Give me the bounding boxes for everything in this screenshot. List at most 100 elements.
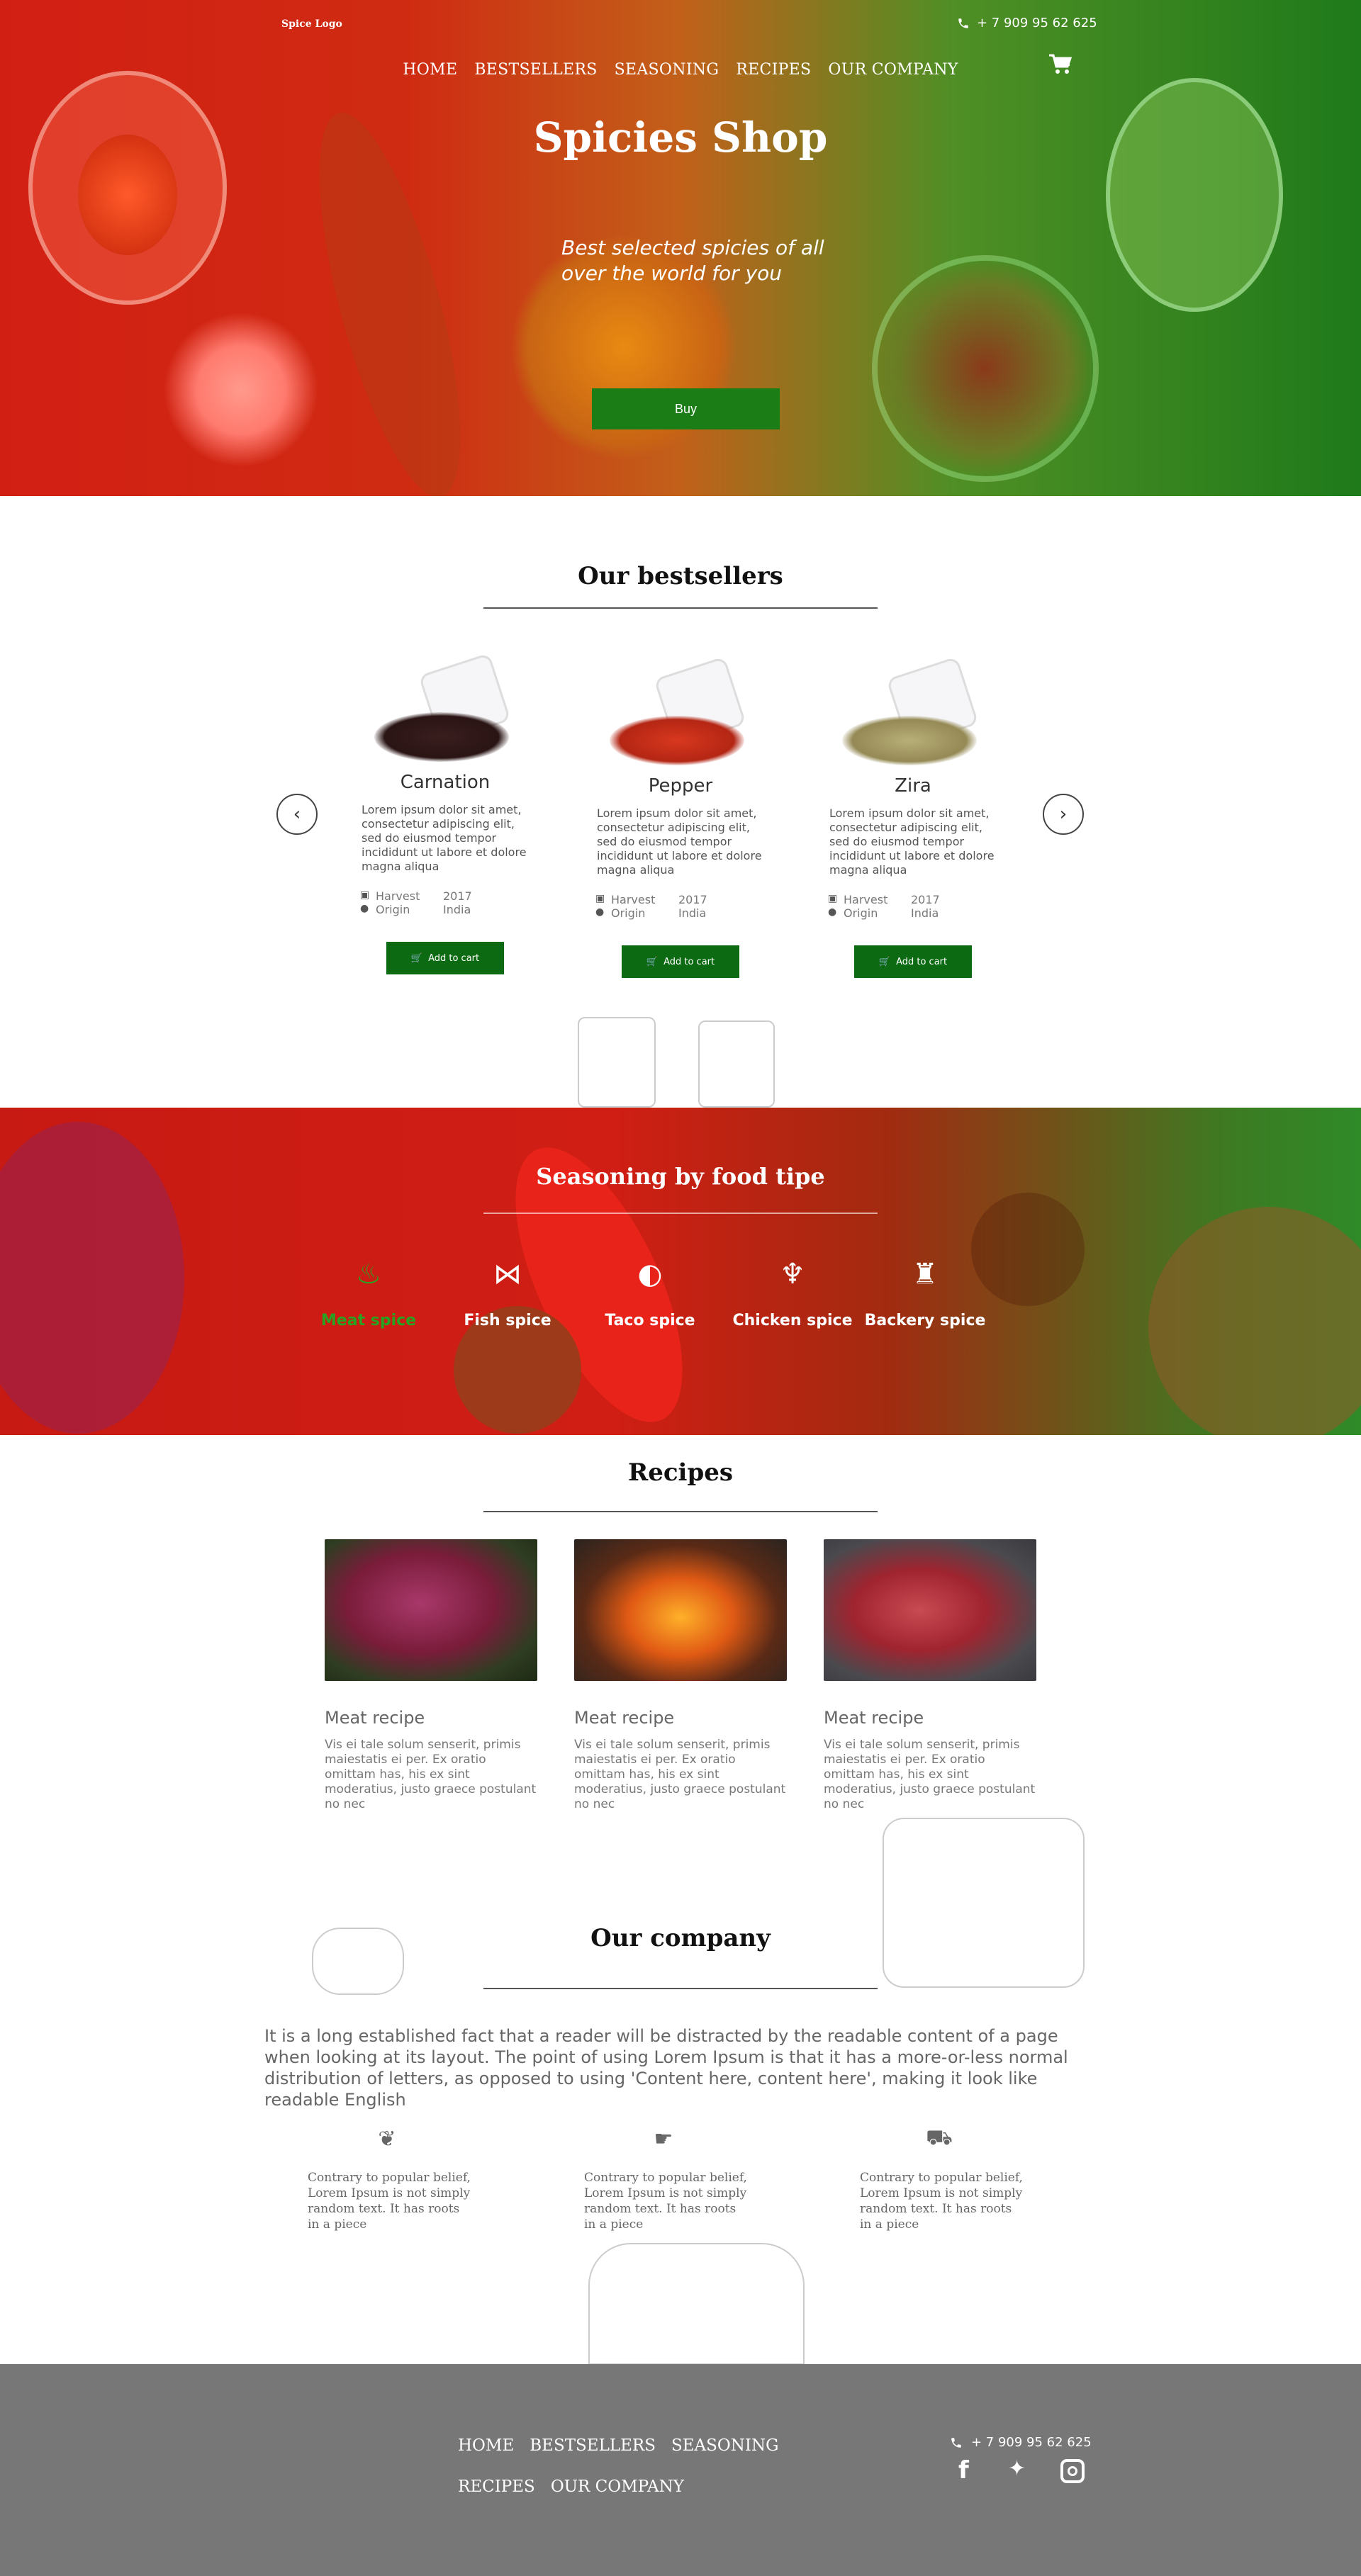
seasoning-type-label: Backery spice bbox=[864, 1312, 986, 1329]
seasoning-section: Seasoning by food tipe ♨ Meat spice ⋈ Fi… bbox=[0, 1108, 1361, 1435]
footer-nav-bestsellers[interactable]: BESTSELLERS bbox=[530, 2436, 656, 2455]
add-to-cart-label: Add to cart bbox=[896, 956, 948, 967]
main-nav: HOME BESTSELLERS SEASONING RECIPES OUR C… bbox=[0, 61, 1361, 79]
product-image bbox=[828, 656, 998, 772]
instagram-icon[interactable] bbox=[1060, 2459, 1085, 2483]
nav-bestsellers[interactable]: BESTSELLERS bbox=[474, 61, 597, 79]
nav-seasoning[interactable]: SEASONING bbox=[615, 61, 719, 79]
feature-text: Contrary to popular belief, Lorem Ipsum … bbox=[308, 2171, 471, 2232]
recipe-name: Meat recipe bbox=[325, 1708, 425, 1728]
recipe-card[interactable]: Meat recipe Vis ei tale solum senserit, … bbox=[824, 1539, 1036, 1812]
seasoning-type-taco[interactable]: ◐ Taco spice bbox=[579, 1249, 721, 1329]
meat-icon: ♨ bbox=[356, 1258, 381, 1290]
site-footer: HOME BESTSELLERS SEASONING RECIPES OUR C… bbox=[0, 2364, 1361, 2576]
twitter-icon[interactable]: ✦ bbox=[1008, 2456, 1026, 2481]
origin-label: Origin bbox=[611, 906, 646, 920]
footer-phone-number: + 7 909 95 62 625 bbox=[971, 2435, 1092, 2450]
nav-recipes[interactable]: RECIPES bbox=[736, 61, 811, 79]
seasoning-type-fish[interactable]: ⋈ Fish spice bbox=[437, 1249, 578, 1329]
origin-value: India bbox=[911, 906, 939, 920]
seasoning-type-label: Chicken spice bbox=[732, 1312, 853, 1329]
cart-icon: 🛒 bbox=[878, 956, 891, 967]
seasoning-type-label: Meat spice bbox=[320, 1312, 417, 1329]
product-image bbox=[595, 656, 766, 772]
harvest-value: 2017 bbox=[911, 893, 940, 906]
bestsellers-divider bbox=[483, 607, 878, 609]
recipe-card[interactable]: Meat recipe Vis ei tale solum senserit, … bbox=[325, 1539, 537, 1812]
product-meta: ▣ Harvest 2017 ● Origin India bbox=[828, 893, 998, 920]
calendar-icon: ▣ bbox=[595, 893, 605, 904]
phone-icon bbox=[958, 18, 968, 28]
phone-number: + 7 909 95 62 625 bbox=[977, 16, 1097, 30]
hero-subtitle: Best selected spicies of all over the wo… bbox=[561, 236, 824, 285]
origin-label: Origin bbox=[844, 906, 878, 920]
footer-phone[interactable]: + 7 909 95 62 625 bbox=[950, 2435, 1092, 2450]
product-card: Pepper Lorem ipsum dolor sit amet, conse… bbox=[595, 656, 766, 978]
origin-value: India bbox=[678, 906, 707, 920]
company-description: It is a long established fact that a rea… bbox=[264, 2026, 1068, 2110]
leaf-icon: ❦ bbox=[378, 2126, 396, 2152]
recipe-description: Vis ei tale solum senserit, primis maies… bbox=[325, 1738, 537, 1811]
pepper-bowl-decoration bbox=[872, 255, 1099, 482]
product-meta: ▣ Harvest 2017 ● Origin India bbox=[360, 889, 530, 916]
footer-nav-row2: RECIPES OUR COMPANY bbox=[458, 2477, 684, 2496]
recipe-image bbox=[824, 1539, 1036, 1681]
product-name: Zira bbox=[895, 775, 931, 797]
add-to-cart-label: Add to cart bbox=[663, 956, 715, 967]
fish-icon: ⋈ bbox=[493, 1258, 522, 1290]
seasoning-title: Seasoning by food tipe bbox=[536, 1163, 825, 1190]
harvest-value: 2017 bbox=[678, 893, 707, 906]
add-to-cart-button[interactable]: 🛒 Add to cart bbox=[622, 945, 739, 978]
add-to-cart-button[interactable]: 🛒 Add to cart bbox=[386, 942, 504, 974]
cart-icon[interactable] bbox=[1048, 54, 1072, 75]
footer-nav-our-company[interactable]: OUR COMPANY bbox=[551, 2477, 684, 2496]
buy-button[interactable]: Buy bbox=[592, 388, 780, 429]
header-phone[interactable]: + 7 909 95 62 625 bbox=[957, 16, 1097, 30]
recipes-divider bbox=[483, 1511, 878, 1512]
product-meta: ▣ Harvest 2017 ● Origin India bbox=[595, 893, 766, 920]
harvest-label: Harvest bbox=[844, 893, 888, 906]
taco-icon: ◐ bbox=[637, 1258, 663, 1290]
harvest-label: Harvest bbox=[611, 893, 656, 906]
harvest-value: 2017 bbox=[443, 889, 472, 903]
carousel-prev-button[interactable]: ‹ bbox=[276, 794, 318, 835]
recipe-name: Meat recipe bbox=[824, 1708, 924, 1728]
nav-home[interactable]: HOME bbox=[403, 61, 457, 79]
seasoning-type-label: Fish spice bbox=[464, 1312, 551, 1329]
car-icon: ⛟ bbox=[926, 2125, 953, 2150]
product-card: Zira Lorem ipsum dolor sit amet, consect… bbox=[828, 656, 998, 978]
seasoning-type-bakery[interactable]: ♜ Backery spice bbox=[854, 1249, 996, 1329]
hero-title: Spicies Shop bbox=[533, 113, 828, 162]
cart-icon: 🛒 bbox=[410, 952, 423, 964]
seasoning-type-meat[interactable]: ♨ Meat spice bbox=[298, 1249, 439, 1329]
chicken-icon: ♆ bbox=[780, 1258, 805, 1290]
carousel-next-button[interactable]: › bbox=[1043, 794, 1084, 835]
company-feature: ☛ Contrary to popular belief, Lorem Ipsu… bbox=[584, 2126, 754, 2232]
grinder-sketch bbox=[578, 1017, 656, 1108]
footer-nav-recipes[interactable]: RECIPES bbox=[458, 2477, 535, 2496]
chevron-right-icon: › bbox=[1059, 804, 1068, 825]
footer-nav-row1: HOME BESTSELLERS SEASONING bbox=[458, 2436, 779, 2455]
product-card: Carnation Lorem ipsum dolor sit amet, co… bbox=[360, 653, 530, 974]
chevron-left-icon: ‹ bbox=[293, 804, 301, 825]
add-to-cart-button[interactable]: 🛒 Add to cart bbox=[854, 945, 972, 978]
product-name: Pepper bbox=[648, 775, 713, 797]
footer-nav-home[interactable]: HOME bbox=[458, 2436, 514, 2455]
vanilla-flower-sketch bbox=[588, 2243, 805, 2365]
nav-our-company[interactable]: OUR COMPANY bbox=[828, 61, 958, 79]
facebook-icon[interactable]: f bbox=[958, 2456, 969, 2485]
location-icon: ● bbox=[595, 906, 605, 918]
site-logo[interactable]: Spice Logo bbox=[281, 18, 342, 30]
recipe-image bbox=[574, 1539, 787, 1681]
seasoning-type-chicken[interactable]: ♆ Chicken spice bbox=[722, 1249, 863, 1329]
calendar-icon: ▣ bbox=[828, 893, 838, 904]
feature-text: Contrary to popular belief, Lorem Ipsum … bbox=[860, 2171, 1023, 2232]
phone-icon bbox=[951, 2437, 961, 2448]
cinnamon-sketch bbox=[883, 1818, 1085, 1988]
recipe-card[interactable]: Meat recipe Vis ei tale solum senserit, … bbox=[574, 1539, 787, 1812]
product-description: Lorem ipsum dolor sit amet, consectetur … bbox=[597, 806, 762, 877]
location-icon: ● bbox=[360, 903, 369, 914]
recipes-title: Recipes bbox=[627, 1458, 734, 1487]
footer-nav-seasoning[interactable]: SEASONING bbox=[671, 2436, 778, 2455]
origin-value: India bbox=[443, 903, 471, 916]
